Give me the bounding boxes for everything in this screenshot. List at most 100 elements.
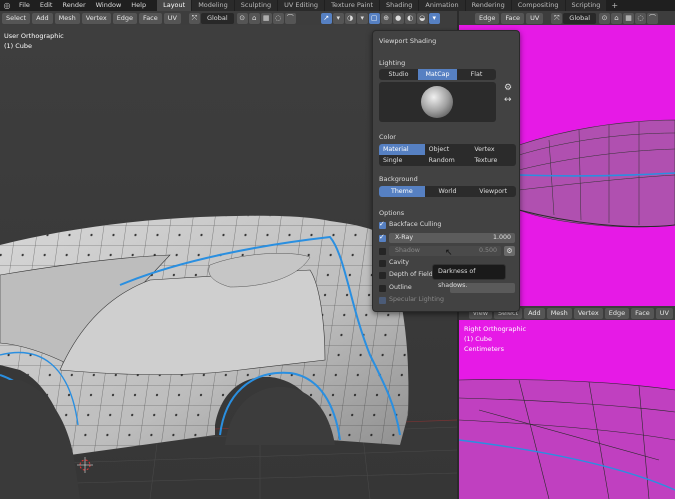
- color-material-option[interactable]: Material: [379, 144, 425, 155]
- face-menu-button-rb[interactable]: Face: [631, 307, 654, 319]
- menu-window[interactable]: Window: [91, 0, 127, 11]
- face-menu-button[interactable]: Face: [139, 12, 162, 24]
- proportional-editing-icon-right[interactable]: ◌: [635, 12, 647, 24]
- right-top-viewport-header: Edge Face UV ⤧ Global ⊙ ⌂ ▦ ◌ ⌒: [459, 11, 675, 25]
- menu-help[interactable]: Help: [126, 0, 151, 11]
- menu-file[interactable]: File: [14, 0, 35, 11]
- snap-icon-right[interactable]: ⌂: [611, 12, 623, 24]
- snap-target-icon-right[interactable]: ▦: [623, 12, 635, 24]
- mouse-cursor-icon: ↖: [445, 248, 453, 258]
- vertex-menu-button-rb[interactable]: Vertex: [573, 307, 603, 319]
- falloff-icon[interactable]: ⌒: [284, 12, 296, 24]
- color-texture-option[interactable]: Texture: [470, 155, 516, 166]
- shadow-value: 0.500: [478, 247, 497, 254]
- background-world-option[interactable]: World: [425, 186, 471, 197]
- shadow-label: Shadow: [395, 247, 420, 254]
- outline-checkbox[interactable]: [379, 285, 386, 292]
- gizmo-dropdown-icon[interactable]: ▾: [332, 12, 344, 24]
- matcap-preview[interactable]: [379, 82, 496, 122]
- snap-icon[interactable]: ⌂: [248, 12, 260, 24]
- orientation-dropdown[interactable]: Global: [200, 12, 234, 24]
- depth-of-field-checkbox[interactable]: [379, 272, 386, 279]
- flip-horizontal-icon[interactable]: ↔: [504, 95, 512, 105]
- color-label: Color: [379, 133, 396, 141]
- xray-value: 1.000: [492, 234, 511, 241]
- viewport-right-object-name: (1) Cube: [464, 335, 493, 343]
- snap-target-icon[interactable]: ▦: [260, 12, 272, 24]
- xray-toggle-icon[interactable]: ▢: [368, 12, 380, 24]
- tab-texture-paint[interactable]: Texture Paint: [325, 0, 380, 11]
- matcap-sphere-icon: [421, 86, 453, 118]
- select-menu-button[interactable]: Select: [2, 12, 31, 24]
- proportional-editing-icon[interactable]: ◌: [272, 12, 284, 24]
- add-menu-button[interactable]: Add: [32, 12, 53, 24]
- shading-dropdown-icon[interactable]: ▾: [428, 12, 440, 24]
- left-viewport-header: Select Add Mesh Vertex Edge Face UV ⤧ Gl…: [0, 11, 457, 25]
- edge-menu-button-right[interactable]: Edge: [475, 12, 500, 24]
- shadow-settings-gear-icon[interactable]: ⚙: [504, 246, 515, 256]
- mesh-menu-button[interactable]: Mesh: [54, 12, 80, 24]
- color-single-option[interactable]: Single: [379, 155, 425, 166]
- viewport-object-name: (1) Cube: [4, 42, 33, 50]
- edge-menu-button-rb[interactable]: Edge: [604, 307, 630, 319]
- background-viewport-option[interactable]: Viewport: [470, 186, 516, 197]
- specular-lighting-label: Specular Lighting: [389, 296, 444, 303]
- add-menu-button-rb[interactable]: Add: [524, 307, 545, 319]
- tab-animation[interactable]: Animation: [419, 0, 465, 11]
- uv-menu-button[interactable]: UV: [163, 12, 181, 24]
- menu-render[interactable]: Render: [57, 0, 90, 11]
- edge-menu-button[interactable]: Edge: [112, 12, 138, 24]
- material-shading-icon[interactable]: ◐: [404, 12, 416, 24]
- xray-label: X-Ray: [395, 234, 414, 241]
- viewport-view-name: User Orthographic: [4, 32, 64, 40]
- tab-layout[interactable]: Layout: [157, 0, 192, 11]
- color-object-option[interactable]: Object: [425, 144, 471, 155]
- wireframe-shading-icon[interactable]: ⊕: [380, 12, 392, 24]
- add-workspace-button[interactable]: +: [607, 0, 622, 11]
- overlays-dropdown-icon[interactable]: ▾: [356, 12, 368, 24]
- overlays-icon[interactable]: ◑: [344, 12, 356, 24]
- background-segmented-control: Theme World Viewport: [379, 186, 516, 197]
- lighting-studio-option[interactable]: Studio: [379, 69, 418, 80]
- backface-culling-checkbox[interactable]: [379, 220, 386, 229]
- tab-shading[interactable]: Shading: [380, 0, 419, 11]
- xray-alpha-slider[interactable]: X-Ray 1.000: [389, 233, 515, 243]
- options-label: Options: [379, 209, 405, 217]
- color-random-option[interactable]: Random: [425, 155, 471, 166]
- gear-icon[interactable]: ⚙: [504, 83, 512, 93]
- xray-checkbox[interactable]: [379, 233, 386, 242]
- pivot-point-icon[interactable]: ⊙: [236, 12, 248, 24]
- tab-sculpting[interactable]: Sculpting: [234, 0, 278, 11]
- mesh-menu-button-rb[interactable]: Mesh: [546, 307, 572, 319]
- background-label: Background: [379, 175, 418, 183]
- tab-compositing[interactable]: Compositing: [511, 0, 565, 11]
- viewport-gizmo-icon[interactable]: ↗: [320, 12, 332, 24]
- rendered-shading-icon[interactable]: ◒: [416, 12, 428, 24]
- outline-label: Outline: [389, 284, 412, 291]
- transform-orientation-icon-right[interactable]: ⤧: [551, 12, 563, 24]
- lighting-flat-option[interactable]: Flat: [457, 69, 496, 80]
- solid-shading-icon[interactable]: ●: [392, 12, 404, 24]
- blender-logo-icon[interactable]: ◎: [0, 0, 14, 11]
- lighting-matcap-option[interactable]: MatCap: [418, 69, 457, 80]
- shadow-checkbox[interactable]: [379, 248, 386, 255]
- menu-edit[interactable]: Edit: [35, 0, 58, 11]
- tab-modeling[interactable]: Modeling: [192, 0, 234, 11]
- uv-menu-button-right[interactable]: UV: [526, 12, 544, 24]
- tab-uv-editing[interactable]: UV Editing: [278, 0, 325, 11]
- falloff-icon-right[interactable]: ⌒: [647, 12, 659, 24]
- lighting-label: Lighting: [379, 59, 406, 67]
- transform-orientation-icon[interactable]: ⤧: [188, 12, 200, 24]
- tab-rendering[interactable]: Rendering: [465, 0, 511, 11]
- pivot-point-icon-right[interactable]: ⊙: [599, 12, 611, 24]
- right-bottom-3d-viewport[interactable]: Right Orthographic (1) Cube Centimeters: [459, 320, 675, 499]
- vertex-menu-button[interactable]: Vertex: [81, 12, 111, 24]
- face-menu-button-right[interactable]: Face: [501, 12, 525, 24]
- orientation-dropdown-right[interactable]: Global: [563, 12, 597, 24]
- cavity-checkbox[interactable]: [379, 260, 386, 267]
- uv-menu-button-rb[interactable]: UV: [655, 307, 673, 319]
- color-vertex-option[interactable]: Vertex: [470, 144, 516, 155]
- tab-scripting[interactable]: Scripting: [565, 0, 607, 11]
- specular-lighting-checkbox[interactable]: [379, 297, 386, 304]
- background-theme-option[interactable]: Theme: [379, 186, 425, 197]
